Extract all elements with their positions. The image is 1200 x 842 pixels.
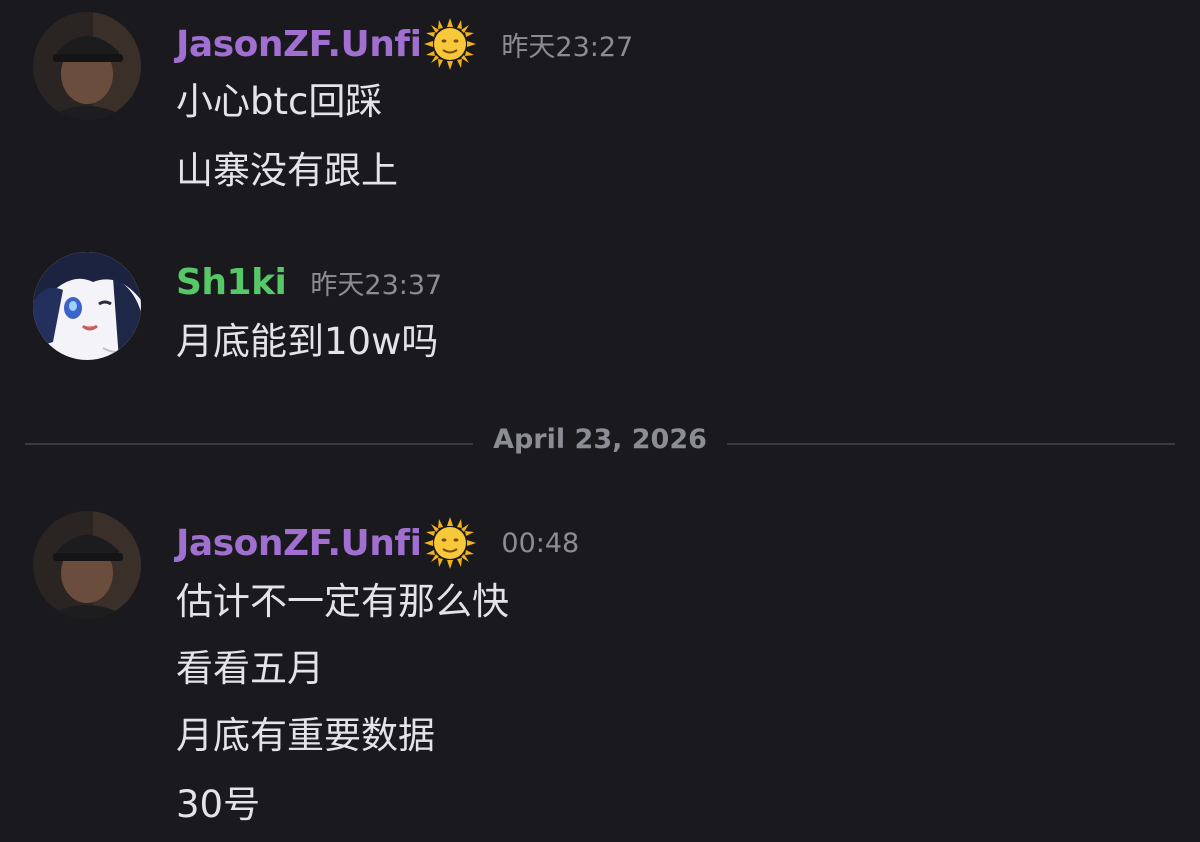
avatar[interactable]	[33, 12, 141, 120]
avatar[interactable]	[33, 511, 141, 619]
message-text: 看看五月	[176, 647, 324, 690]
message-header: JasonZF.Unfi	[176, 17, 634, 71]
message-text: 月底有重要数据	[176, 714, 435, 757]
message-header: JasonZF.Unfi	[176, 516, 580, 570]
date-divider-line-left	[25, 443, 473, 445]
message-header: Sh1ki 昨天23:37	[176, 257, 442, 307]
message-text: 估计不一定有那么快	[176, 580, 509, 623]
message-text: 30号	[176, 783, 261, 826]
date-divider-label: April 23, 2026	[493, 424, 707, 455]
sun-face-icon	[423, 516, 477, 570]
chat-message-list: JasonZF.Unfi 昨天23:27 小心btc回踩 山寨没有跟上 Sh1k…	[0, 0, 1200, 842]
timestamp: 昨天23:27	[501, 31, 634, 63]
timestamp: 昨天23:37	[310, 269, 443, 301]
avatar-image	[33, 511, 141, 619]
message-text: 小心btc回踩	[176, 80, 383, 123]
avatar-image	[33, 12, 141, 120]
username[interactable]: Sh1ki	[176, 262, 287, 303]
username[interactable]: JasonZF.Unfi	[176, 523, 422, 564]
message-text: 月底能到10w吗	[176, 320, 439, 363]
avatar-image	[33, 252, 141, 360]
timestamp: 00:48	[501, 527, 580, 559]
username[interactable]: JasonZF.Unfi	[176, 24, 422, 65]
date-divider-line-right	[727, 443, 1175, 445]
sun-face-icon	[423, 17, 477, 71]
message-text: 山寨没有跟上	[176, 149, 398, 192]
avatar[interactable]	[33, 252, 141, 360]
